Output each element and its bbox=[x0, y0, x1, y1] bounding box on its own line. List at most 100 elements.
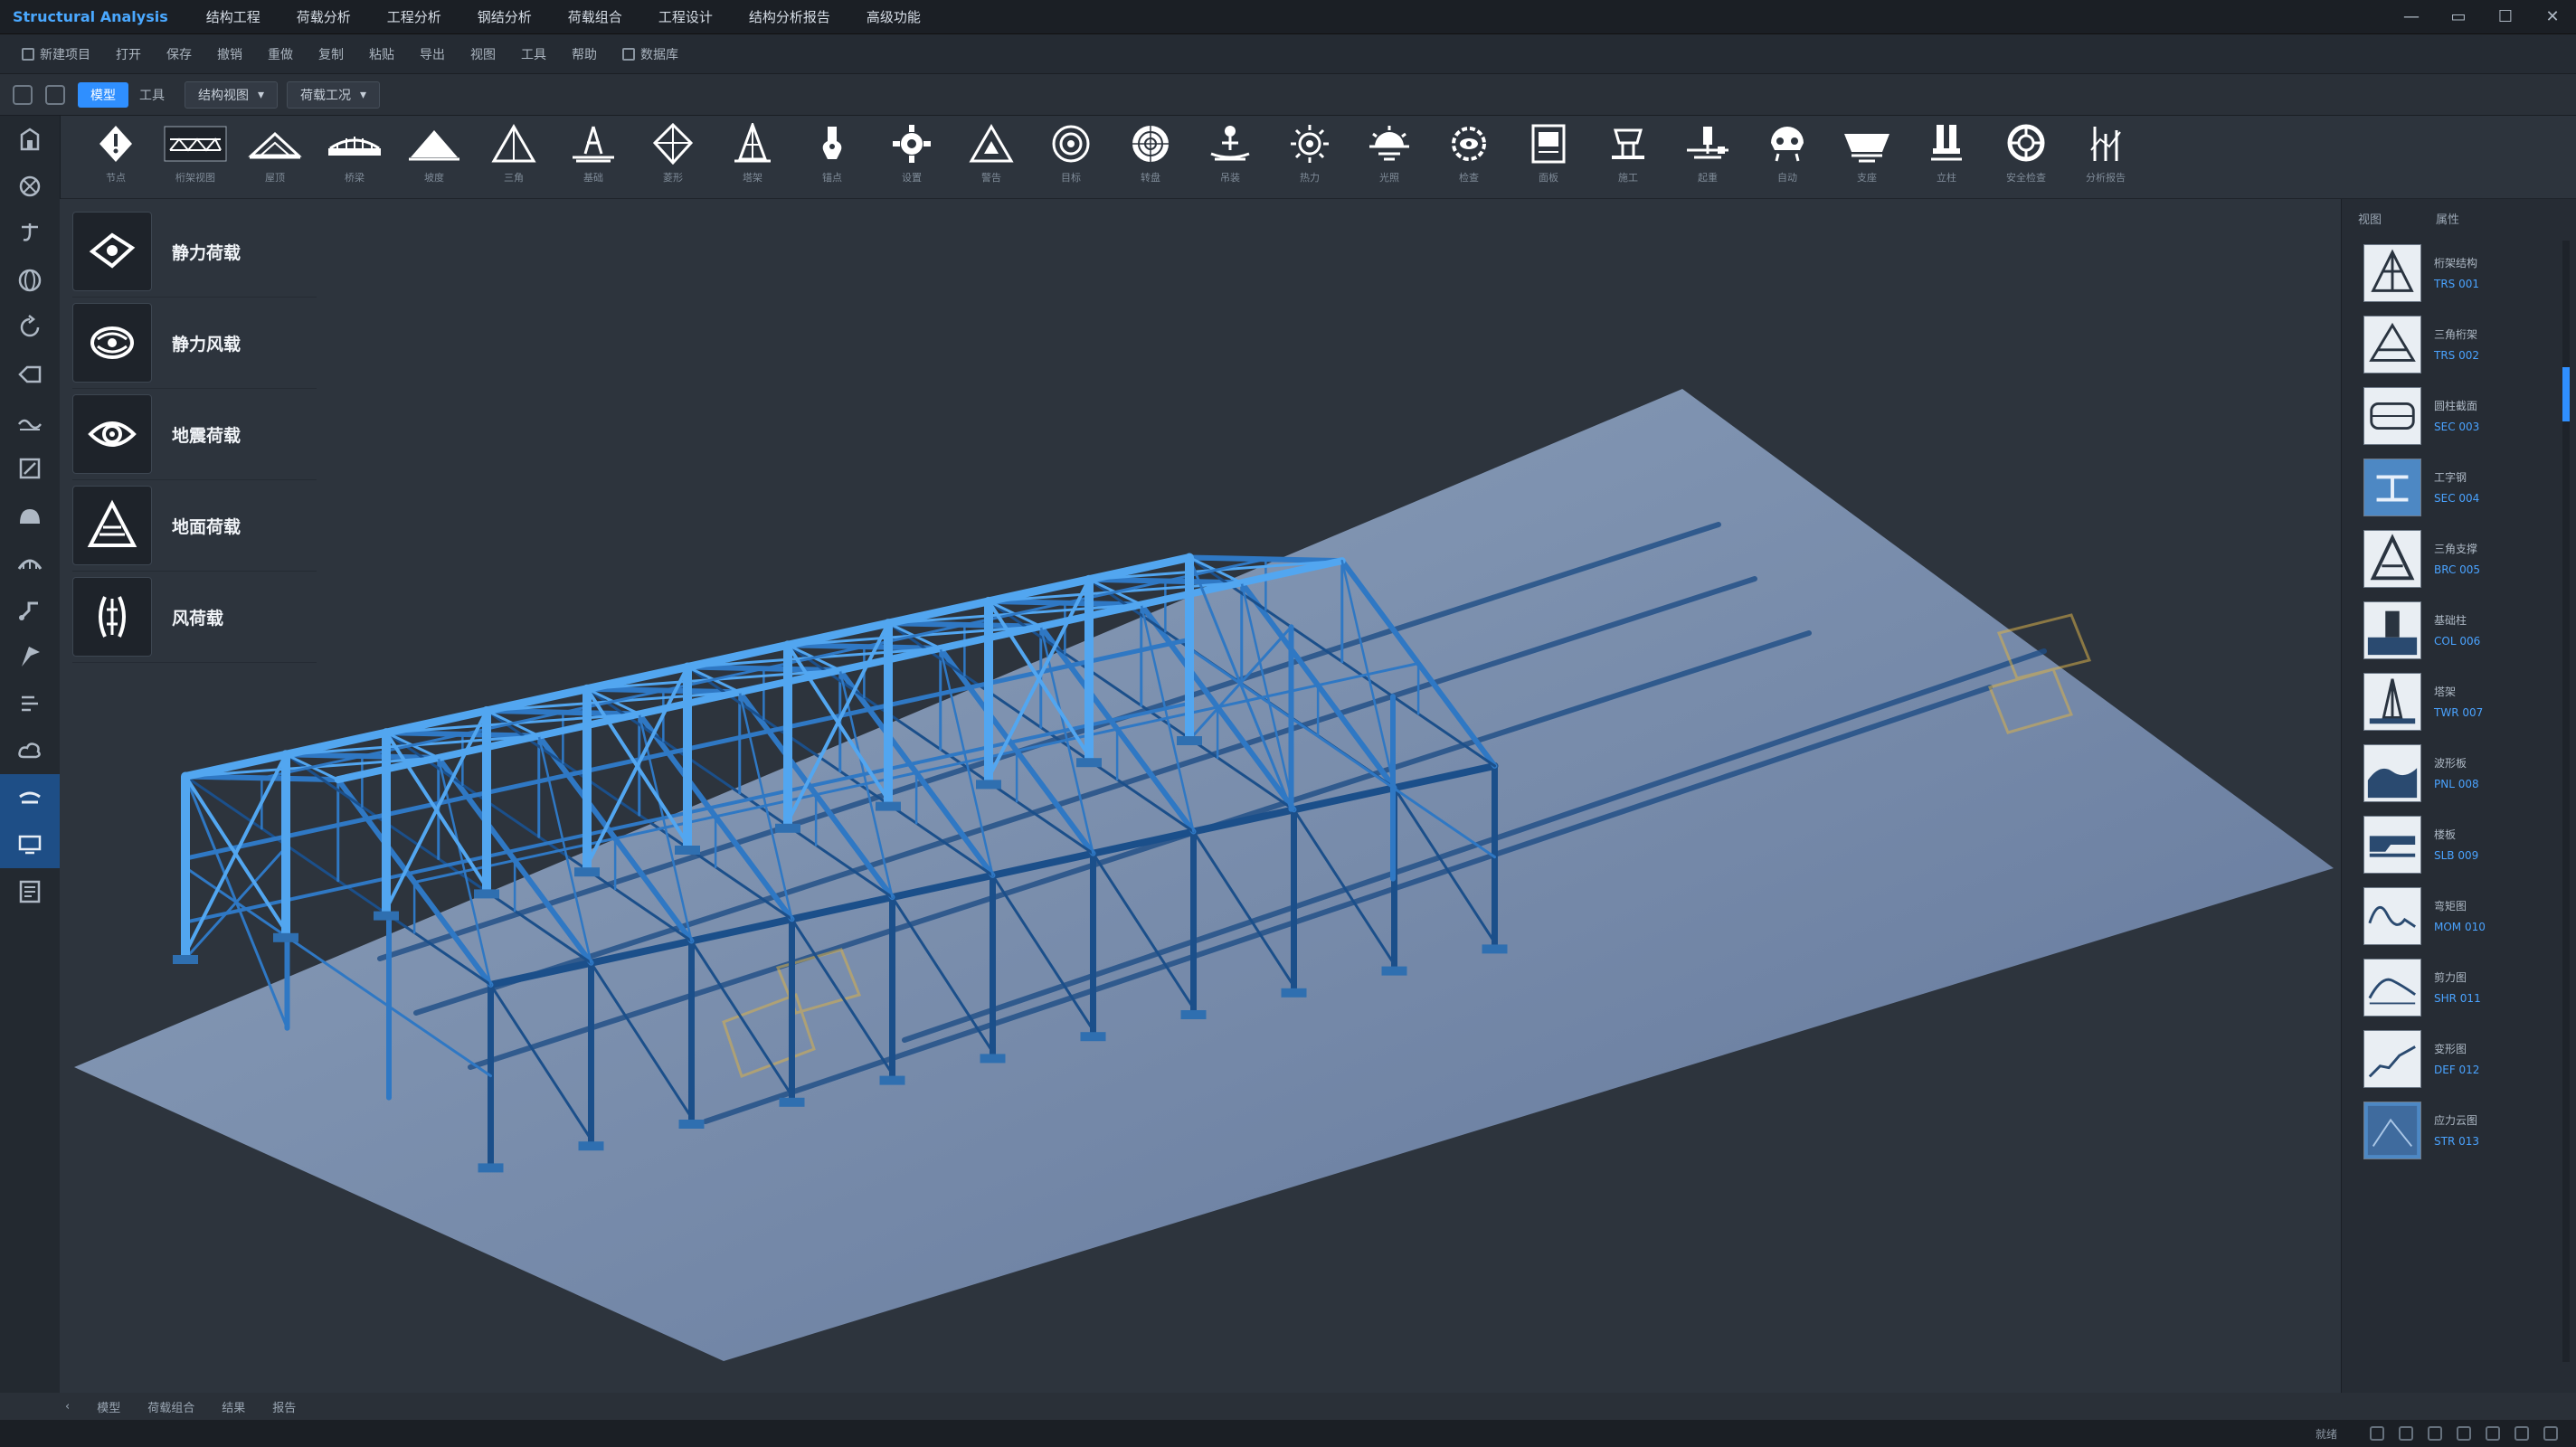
hook-icon[interactable] bbox=[0, 210, 60, 257]
tab-tools[interactable]: 工具 bbox=[139, 86, 165, 104]
load-item-wind-static[interactable]: 静力风载 bbox=[72, 298, 317, 389]
toolbar-item[interactable]: 工具 bbox=[508, 45, 559, 63]
layers-icon[interactable] bbox=[2457, 1426, 2471, 1441]
panel-tab-properties[interactable]: 属性 bbox=[2436, 210, 2459, 227]
toolbar-item[interactable]: 数据库 bbox=[610, 45, 691, 63]
load-item-wind[interactable]: 风荷载 bbox=[72, 572, 317, 663]
ribbon-tool[interactable]: 基础 bbox=[554, 116, 633, 199]
component-list-item[interactable]: 工字钢 SEC 004 bbox=[2342, 451, 2576, 523]
ribbon-tool[interactable]: 面板 bbox=[1509, 116, 1588, 199]
load-item-ground[interactable]: 地面荷载 bbox=[72, 480, 317, 572]
toolbar-item[interactable]: 打开 bbox=[103, 45, 154, 63]
menu-item[interactable]: 钢结分析 bbox=[459, 0, 550, 34]
restore-button[interactable]: ▭ bbox=[2435, 0, 2482, 34]
bracket-icon[interactable] bbox=[0, 774, 60, 821]
ribbon-tool[interactable]: 警告 bbox=[952, 116, 1031, 199]
back-icon[interactable] bbox=[13, 84, 33, 105]
rotate-icon[interactable] bbox=[0, 304, 60, 351]
ribbon-tool[interactable]: 塔架 bbox=[713, 116, 792, 199]
measure-icon[interactable] bbox=[2486, 1426, 2500, 1441]
chevron-left-icon[interactable]: ‹ bbox=[65, 1400, 70, 1414]
toolbar-item[interactable]: 新建项目 bbox=[9, 45, 103, 63]
close-button[interactable]: ✕ bbox=[2529, 0, 2576, 34]
flag-icon[interactable] bbox=[0, 633, 60, 680]
ribbon-tool[interactable]: 起重 bbox=[1668, 116, 1747, 199]
report-icon[interactable] bbox=[0, 868, 60, 915]
maximize-button[interactable]: ☐ bbox=[2482, 0, 2529, 34]
component-list-item[interactable]: 剪力图 SHR 011 bbox=[2342, 951, 2576, 1023]
ribbon-tool[interactable]: 分析报告 bbox=[2066, 116, 2145, 199]
scrollbar-thumb[interactable] bbox=[2562, 367, 2570, 421]
menu-item[interactable]: 工程设计 bbox=[640, 0, 731, 34]
menu-item[interactable]: 荷载组合 bbox=[550, 0, 640, 34]
ribbon-tool[interactable]: 转盘 bbox=[1111, 116, 1190, 199]
loadcase-dropdown[interactable]: 荷载工况 ▾ bbox=[287, 80, 381, 109]
component-list-item[interactable]: 变形图 DEF 012 bbox=[2342, 1023, 2576, 1094]
ribbon-tool[interactable]: 桥梁 bbox=[315, 116, 394, 199]
bottom-tab[interactable]: 结果 bbox=[222, 1398, 245, 1415]
ribbon-tool[interactable]: 桁架视图 bbox=[156, 116, 235, 199]
dome-icon[interactable] bbox=[0, 492, 60, 539]
menu-item[interactable]: 结构分析报告 bbox=[731, 0, 848, 34]
align-icon[interactable] bbox=[0, 680, 60, 727]
bottom-tab[interactable]: 荷载组合 bbox=[147, 1398, 194, 1415]
menu-item[interactable]: 荷载分析 bbox=[279, 0, 369, 34]
component-list-item[interactable]: 楼板 SLB 009 bbox=[2342, 809, 2576, 880]
cloud-icon[interactable] bbox=[0, 727, 60, 774]
component-list-item[interactable]: 三角桁架 TRS 002 bbox=[2342, 308, 2576, 380]
ribbon-tool[interactable]: 自动 bbox=[1747, 116, 1827, 199]
panel-tab-view[interactable]: 视图 bbox=[2358, 210, 2382, 227]
ribbon-tool[interactable]: 菱形 bbox=[633, 116, 713, 199]
component-list-item[interactable]: 塔架 TWR 007 bbox=[2342, 666, 2576, 737]
pipe-icon[interactable] bbox=[0, 586, 60, 633]
menu-item[interactable]: 高级功能 bbox=[848, 0, 939, 34]
snap-icon[interactable] bbox=[2399, 1426, 2413, 1441]
component-list-item[interactable]: 应力云图 STR 013 bbox=[2342, 1094, 2576, 1166]
toolbar-item[interactable]: 撤销 bbox=[204, 45, 255, 63]
ribbon-tool[interactable]: 检查 bbox=[1429, 116, 1509, 199]
bottom-tab[interactable]: 模型 bbox=[97, 1398, 120, 1415]
toolbar-item[interactable]: 重做 bbox=[255, 45, 306, 63]
ortho-icon[interactable] bbox=[2428, 1426, 2442, 1441]
ribbon-tool[interactable]: 支座 bbox=[1827, 116, 1907, 199]
component-list-item[interactable]: 桁架结构 TRS 001 bbox=[2342, 237, 2576, 308]
arch-icon[interactable] bbox=[0, 539, 60, 586]
bottom-tab[interactable]: 报告 bbox=[272, 1398, 296, 1415]
ribbon-tool[interactable]: 设置 bbox=[872, 116, 952, 199]
settings-icon[interactable] bbox=[2543, 1426, 2558, 1441]
toolbar-item[interactable]: 复制 bbox=[306, 45, 356, 63]
load-item-seismic[interactable]: 地震荷载 bbox=[72, 389, 317, 480]
toolbar-item[interactable]: 粘贴 bbox=[356, 45, 407, 63]
component-list-item[interactable]: 波形板 PNL 008 bbox=[2342, 737, 2576, 809]
menu-item[interactable]: 结构工程 bbox=[188, 0, 279, 34]
tab-model[interactable]: 模型 bbox=[78, 81, 128, 108]
component-list-item[interactable]: 基础柱 COL 006 bbox=[2342, 594, 2576, 666]
ribbon-tool[interactable]: 安全检查 bbox=[1986, 116, 2066, 199]
ribbon-tool[interactable]: 锚点 bbox=[792, 116, 872, 199]
ribbon-tool[interactable]: 热力 bbox=[1270, 116, 1350, 199]
ribbon-tool[interactable]: 施工 bbox=[1588, 116, 1668, 199]
minimize-button[interactable]: — bbox=[2388, 0, 2435, 34]
toolbar-item[interactable]: 导出 bbox=[407, 45, 458, 63]
toolbar-item[interactable]: 帮助 bbox=[559, 45, 610, 63]
tag-icon[interactable] bbox=[0, 351, 60, 398]
toolbar-item[interactable]: 保存 bbox=[154, 45, 204, 63]
grid-icon[interactable] bbox=[2370, 1426, 2384, 1441]
globe-icon[interactable] bbox=[0, 257, 60, 304]
ribbon-tool[interactable]: 立柱 bbox=[1907, 116, 1986, 199]
component-list-item[interactable]: 弯矩图 MOM 010 bbox=[2342, 880, 2576, 951]
wave-icon[interactable] bbox=[0, 398, 60, 445]
ribbon-tool[interactable]: 节点 bbox=[76, 116, 156, 199]
ribbon-tool[interactable]: 坡度 bbox=[394, 116, 474, 199]
component-list-item[interactable]: 圆柱截面 SEC 003 bbox=[2342, 380, 2576, 451]
building-icon[interactable] bbox=[0, 116, 60, 163]
load-item-static[interactable]: 静力荷载 bbox=[72, 206, 317, 298]
ribbon-tool[interactable]: 屋顶 bbox=[235, 116, 315, 199]
model-viewport[interactable] bbox=[60, 199, 2341, 1393]
scrollbar[interactable] bbox=[2562, 241, 2570, 1362]
forward-icon[interactable] bbox=[45, 84, 65, 105]
resize-icon[interactable] bbox=[0, 445, 60, 492]
component-list-item[interactable]: 三角支撑 BRC 005 bbox=[2342, 523, 2576, 594]
menu-item[interactable]: 工程分析 bbox=[369, 0, 459, 34]
toolbar-item[interactable]: 视图 bbox=[458, 45, 508, 63]
